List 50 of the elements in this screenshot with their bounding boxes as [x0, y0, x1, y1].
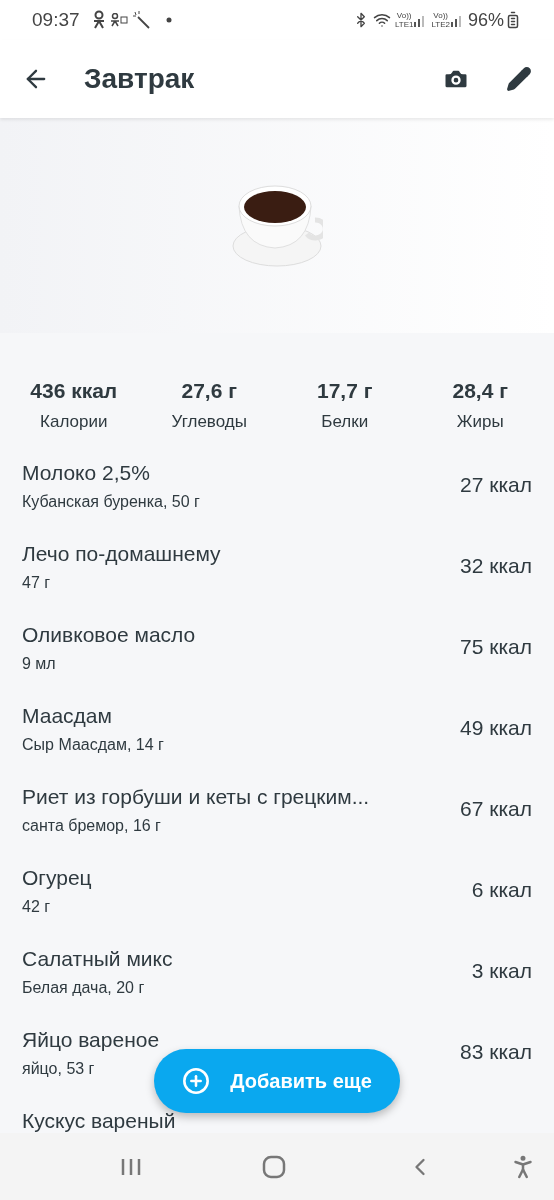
- food-detail: 47 г: [22, 572, 51, 593]
- food-detail: 42 г: [22, 896, 51, 917]
- status-time: 09:37: [32, 7, 80, 32]
- magic-wand-icon: [131, 11, 150, 29]
- food-calories: 49 ккал: [460, 714, 532, 741]
- food-name: Салатный микс: [22, 946, 173, 972]
- nutrient-value: 17,7 г: [317, 378, 373, 404]
- food-calories: 32 ккал: [460, 552, 532, 579]
- nutrient-value: 27,6 г: [181, 378, 237, 404]
- volte-label: Vo)): [396, 11, 412, 20]
- wifi-icon: [372, 11, 391, 29]
- dot-icon: [165, 17, 172, 23]
- lte-label: LTE1: [394, 20, 414, 29]
- screen-title: Завтрак: [84, 62, 196, 96]
- food-name: Лечо по-домашнему: [22, 541, 221, 567]
- food-calories: 83 ккал: [460, 1038, 532, 1065]
- food-detail: Кубанская буренка, 50 г: [22, 491, 200, 512]
- signal-icon: [449, 13, 464, 27]
- nutrient-label: Калории: [40, 410, 108, 433]
- nutrient-label: Жиры: [456, 410, 504, 433]
- food-name: Риет из горбуши и кеты с грецким...: [22, 784, 370, 810]
- food-calories: 6 ккал: [471, 876, 532, 903]
- food-detail: яйцо, 53 г: [22, 1058, 95, 1079]
- food-detail: 9 мл: [22, 653, 56, 674]
- food-detail: санта бремор, 16 г: [22, 815, 161, 836]
- food-detail: Белая дача, 20 г: [22, 977, 145, 998]
- plus-icon: [182, 1067, 211, 1095]
- food-calories: 75 ккал: [460, 633, 532, 660]
- nutrient-label: Белки: [321, 410, 369, 433]
- volte-label: Vo)): [433, 11, 449, 20]
- food-calories: 3 ккал: [471, 957, 532, 984]
- battery-percent: 96%: [467, 8, 504, 32]
- add-more-button[interactable]: Добавить еще: [154, 1049, 400, 1113]
- nutrient-label: Углеводы: [171, 410, 247, 433]
- food-name: Огурец: [22, 865, 92, 891]
- edit-button[interactable]: [506, 66, 532, 92]
- coffee-cup-icon: [231, 183, 323, 268]
- food-detail: Сыр Маасдам, 14 г: [22, 734, 164, 755]
- food-name: Маасдам: [22, 703, 112, 729]
- nutrient-value: 436 ккал: [30, 378, 118, 404]
- food-name: Оливковое масло: [22, 622, 196, 648]
- person-icon: [91, 10, 106, 30]
- food-calories: 67 ккал: [460, 795, 532, 822]
- home-icon[interactable]: [262, 1154, 286, 1179]
- food-name: Молоко 2,5%: [22, 460, 150, 486]
- recent-apps-icon[interactable]: [120, 1156, 142, 1177]
- nutrient-value: 28,4 г: [452, 378, 508, 404]
- person-gift-icon: [109, 13, 128, 27]
- lte-label: LTE2: [431, 20, 450, 29]
- food-calories: 27 ккал: [460, 471, 532, 498]
